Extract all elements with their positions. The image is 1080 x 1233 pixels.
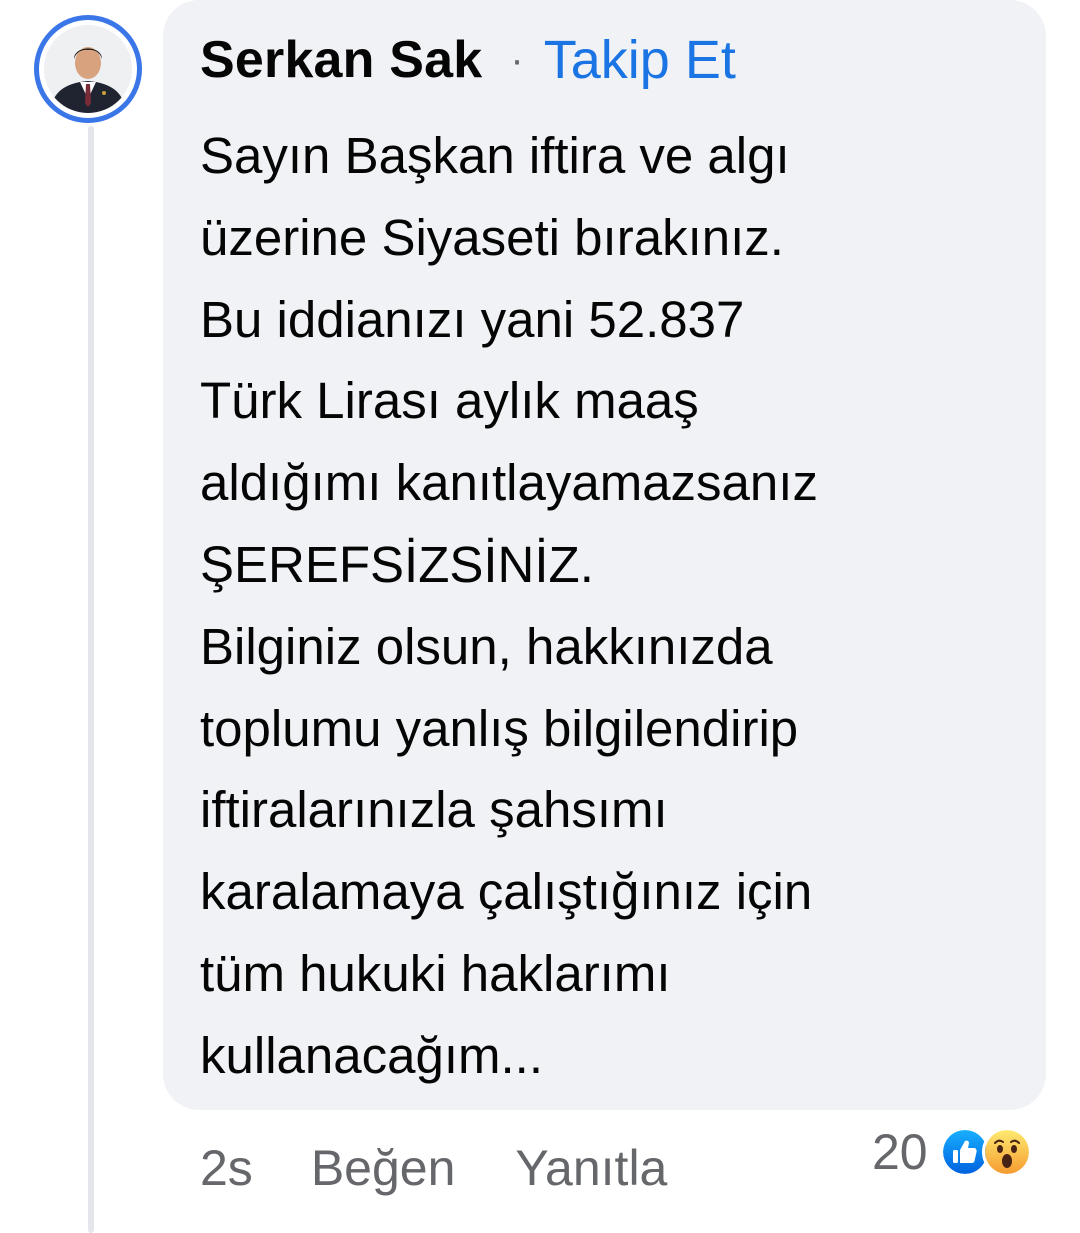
- follow-button[interactable]: Takip Et: [544, 29, 736, 91]
- avatar[interactable]: [44, 25, 132, 113]
- avatar-portrait-icon: [44, 25, 132, 113]
- comment-text-line: Türk Lirası aylık maaş: [200, 372, 699, 430]
- comment-text-line: aldığımı kanıtlayamazsanız: [200, 454, 818, 512]
- comment-text-line: Bu iddianızı yani 52.837: [200, 290, 745, 348]
- comment-text-line: üzerine Siyaseti bırakınız.: [200, 208, 784, 266]
- reaction-summary[interactable]: 20: [872, 1122, 1032, 1182]
- comment-text-line: ŞEREFSİZSİNİZ.: [200, 535, 594, 593]
- comment-author-name[interactable]: Serkan Sak: [200, 30, 482, 90]
- comment-text-line: tüm hukuki haklarımı: [200, 944, 671, 1002]
- comment-text-line: kullanacağım...: [200, 1026, 544, 1084]
- comment-header: Serkan Sak · Takip Et: [200, 30, 736, 90]
- comment-body: Sayın Başkan iftira ve algı üzerine Siya…: [200, 115, 1030, 1097]
- reply-thread-line: [88, 126, 94, 1233]
- reply-button[interactable]: Yanıtla: [515, 1139, 667, 1197]
- reaction-icons: [939, 1127, 1032, 1177]
- like-button[interactable]: Beğen: [311, 1139, 456, 1197]
- comment-actions: 2s Beğen Yanıtla: [200, 1138, 667, 1198]
- header-separator: ·: [510, 37, 524, 82]
- comment-timestamp[interactable]: 2s: [200, 1139, 253, 1197]
- wow-reaction-icon: [981, 1127, 1032, 1177]
- comment-text-line: Sayın Başkan iftira ve algı: [200, 127, 790, 184]
- comment-text-line: toplumu yanlış bilgilendirip: [200, 699, 799, 757]
- comment-text-line: Bilginiz olsun, hakkınızda: [200, 617, 773, 675]
- comment-text-line: iftiralarınızla şahsımı: [200, 781, 668, 839]
- comment-text-line: karalamaya çalıştığınız için: [200, 863, 813, 921]
- reaction-count: 20: [872, 1124, 928, 1180]
